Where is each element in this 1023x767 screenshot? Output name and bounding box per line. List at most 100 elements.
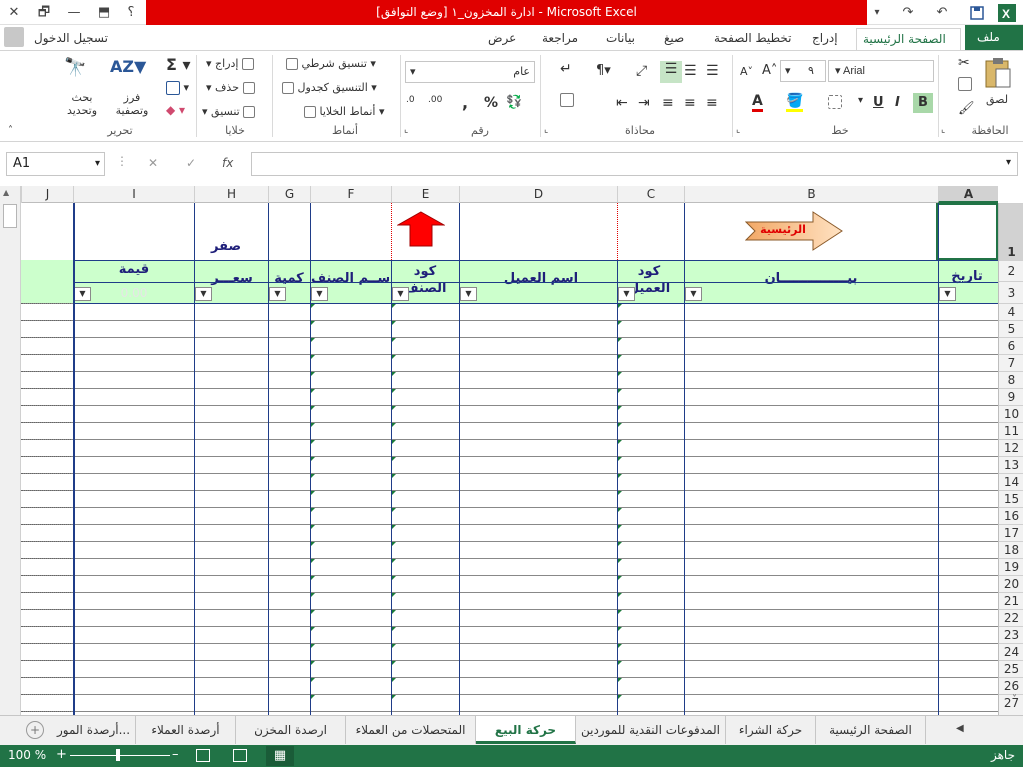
expand-formula-icon[interactable]: ▾ xyxy=(1006,157,1011,168)
row-header-14[interactable]: 14 xyxy=(999,473,1023,490)
cut-icon[interactable]: ✂ xyxy=(958,55,970,71)
fill-icon[interactable]: ▾ xyxy=(166,81,189,95)
rtl-icon[interactable]: ¶▾ xyxy=(596,63,611,78)
row-header-20[interactable]: 20 xyxy=(999,575,1023,592)
row-header-10[interactable]: 10 xyxy=(999,405,1023,422)
find-select-icon[interactable]: 🔭 xyxy=(64,57,86,78)
filter-dropdown-date[interactable]: ▼ xyxy=(939,287,956,301)
tab-formulas[interactable]: صيغ xyxy=(658,28,690,50)
cells-area[interactable]: الرئيسية صفر تاريخ بيـــــــــــــــان ك… xyxy=(21,203,998,715)
sort-filter-icon[interactable]: AZ▼ xyxy=(110,57,146,76)
align-right-icon[interactable]: ≡ xyxy=(706,95,718,111)
bold-button[interactable]: B xyxy=(913,93,933,113)
borders-icon[interactable] xyxy=(828,95,842,109)
tab-view[interactable]: عرض xyxy=(482,28,522,50)
row-header-22[interactable]: 22 xyxy=(999,609,1023,626)
col-header-h[interactable]: H xyxy=(194,186,268,203)
col-header-g[interactable]: G xyxy=(268,186,310,203)
row-header-24[interactable]: 24 xyxy=(999,643,1023,660)
redo-icon[interactable]: ↷ xyxy=(896,0,920,25)
scroll-up-icon[interactable]: ▲ xyxy=(3,188,9,197)
collapse-ribbon-icon[interactable]: ˄ xyxy=(8,125,13,136)
zoom-thumb[interactable] xyxy=(116,749,120,761)
signin-link[interactable]: تسجيل الدخول xyxy=(28,28,114,50)
fill-color-icon[interactable]: 🪣 xyxy=(786,93,804,112)
insert-function-icon[interactable]: fx xyxy=(222,156,233,170)
add-sheet-icon[interactable]: + xyxy=(26,721,44,739)
zoom-level[interactable]: 100 % xyxy=(8,748,46,762)
sheet-tab-5[interactable]: المتحصلات من العملاء xyxy=(346,716,476,744)
filter-dropdown-price[interactable]: ▼ xyxy=(195,287,212,301)
decrease-indent-icon[interactable]: ⇤ xyxy=(616,95,628,111)
sheet-tab-7[interactable]: أرصدة العملاء xyxy=(136,716,236,744)
cell-styles-button[interactable]: أنماط الخلايا ▾ xyxy=(304,105,385,118)
font-name-box[interactable]: ▾ Arial xyxy=(828,60,934,82)
font-size-box[interactable]: ▾ ٩ xyxy=(780,60,826,82)
tab-data[interactable]: بيانات xyxy=(600,28,641,50)
filter-dropdown-customer-code[interactable]: ▼ xyxy=(618,287,635,301)
ribbon-display-icon[interactable]: ⬒ xyxy=(90,0,118,25)
filter-dropdown-customer-name[interactable]: ▼ xyxy=(460,287,477,301)
sheet-tab-3[interactable]: المدفوعات النقدية للموردين xyxy=(576,716,726,744)
minimize-icon[interactable]: — xyxy=(60,0,88,25)
sheet-tab-4[interactable]: حركة البيع xyxy=(476,716,576,744)
alignment-launcher-icon[interactable]: ⌞ xyxy=(544,125,548,135)
row-header-3[interactable]: 3 xyxy=(999,281,1023,303)
decrease-font-icon[interactable]: A˅ xyxy=(740,65,753,78)
col-header-b[interactable]: B xyxy=(684,186,938,203)
row-header-12[interactable]: 12 xyxy=(999,439,1023,456)
filter-dropdown-quantity[interactable]: ▼ xyxy=(269,287,286,301)
filter-dropdown-item-code[interactable]: ▼ xyxy=(392,287,409,301)
row-header-5[interactable]: 5 xyxy=(999,320,1023,337)
cancel-icon[interactable]: ✕ xyxy=(148,156,158,170)
comma-icon[interactable]: , xyxy=(462,93,468,112)
formula-input[interactable]: ▾ xyxy=(251,152,1018,176)
enter-icon[interactable]: ✓ xyxy=(186,156,196,170)
filter-dropdown-value[interactable]: ▼ xyxy=(74,287,91,301)
help-icon[interactable]: ؟ xyxy=(120,0,142,25)
increase-decimal-icon[interactable]: .00 xyxy=(428,95,442,105)
main-sheet-arrow-label[interactable]: الرئيسية xyxy=(758,223,808,236)
percent-button[interactable]: % xyxy=(484,95,498,111)
page-layout-view-icon[interactable] xyxy=(233,749,247,762)
sheet-tab-8[interactable]: أرصدة المور... xyxy=(52,716,136,744)
row-header-15[interactable]: 15 xyxy=(999,490,1023,507)
wrap-text-icon[interactable]: ↵ xyxy=(560,61,572,77)
col-header-c[interactable]: C xyxy=(617,186,684,203)
underline-dropdown-icon[interactable]: ▾ xyxy=(858,95,863,106)
row-header-18[interactable]: 18 xyxy=(999,541,1023,558)
clear-icon[interactable]: ◆ ▾ xyxy=(166,103,185,117)
row-header-4[interactable]: 4 xyxy=(999,303,1023,320)
row-header-8[interactable]: 8 xyxy=(999,371,1023,388)
format-as-table-button[interactable]: التنسيق كجدول ▾ xyxy=(282,81,377,94)
tab-review[interactable]: مراجعة xyxy=(536,28,584,50)
conditional-formatting-button[interactable]: تنسيق شرطي ▾ xyxy=(286,57,376,70)
paste-icon[interactable] xyxy=(984,57,1016,93)
sheet-tab-2[interactable]: حركة الشراء xyxy=(726,716,816,744)
align-center-icon[interactable]: ≡ xyxy=(684,95,696,111)
normal-view-icon[interactable]: ▦ xyxy=(266,746,294,766)
align-bottom-icon[interactable]: ☰ xyxy=(660,61,682,83)
row-header-17[interactable]: 17 xyxy=(999,524,1023,541)
autosum-icon[interactable]: Σ ▾ xyxy=(166,55,191,74)
tab-insert[interactable]: إدراج xyxy=(806,28,844,50)
underline-button[interactable]: U xyxy=(873,95,884,110)
row-header-13[interactable]: 13 xyxy=(999,456,1023,473)
align-left-icon[interactable]: ≡ xyxy=(662,95,674,111)
copy-icon[interactable] xyxy=(958,77,972,91)
page-break-view-icon[interactable] xyxy=(196,749,210,762)
sort-filter-button[interactable]: فرز وتصفية xyxy=(112,91,152,117)
row-header-6[interactable]: 6 xyxy=(999,337,1023,354)
number-launcher-icon[interactable]: ⌞ xyxy=(404,125,408,135)
increase-indent-icon[interactable]: ⇥ xyxy=(638,95,650,111)
row-header-11[interactable]: 11 xyxy=(999,422,1023,439)
align-middle-icon[interactable]: ☰ xyxy=(684,63,697,79)
save-icon[interactable] xyxy=(965,0,989,25)
zoom-in-icon[interactable]: + xyxy=(56,747,67,762)
col-header-d[interactable]: D xyxy=(459,186,617,203)
insert-cells-button[interactable]: ▾ إدراج xyxy=(206,57,254,70)
tab-home[interactable]: الصفحة الرئيسية xyxy=(856,28,961,50)
font-color-icon[interactable]: A xyxy=(752,93,763,112)
selected-cell-a1[interactable] xyxy=(936,203,998,260)
row-header-7[interactable]: 7 xyxy=(999,354,1023,371)
